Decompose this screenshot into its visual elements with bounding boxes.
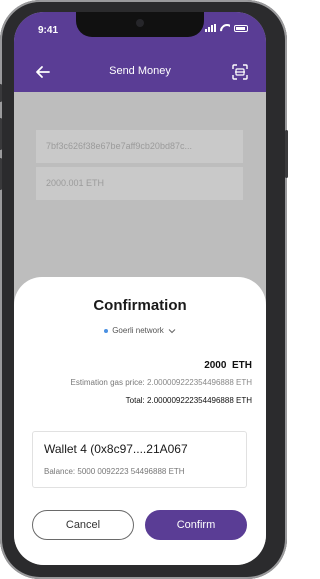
wallet-balance: Balance: 5000 0092223 54496888 ETH bbox=[44, 467, 185, 476]
app-bar: Send Money bbox=[14, 52, 266, 92]
wallet-balance-label: Balance: bbox=[44, 467, 76, 476]
power-button bbox=[285, 130, 288, 178]
cancel-button[interactable]: Cancel bbox=[32, 510, 134, 540]
amount-field[interactable]: 2000.001 ETH bbox=[36, 167, 243, 200]
status-bar: 9:41 bbox=[14, 12, 266, 52]
volume-up-button bbox=[0, 118, 2, 150]
volume-down-button bbox=[0, 158, 2, 190]
phone-frame: 9:41 Send Money 7bf3c626f38e67be7aff9cb2… bbox=[0, 0, 288, 579]
gas-price-label: Estimation gas price: bbox=[70, 378, 145, 387]
status-icons bbox=[205, 24, 248, 32]
status-time: 9:41 bbox=[38, 25, 59, 36]
silent-switch bbox=[0, 84, 2, 102]
gas-price-row: Estimation gas price: 2.0000092223544968… bbox=[71, 378, 252, 387]
confirm-button[interactable]: Confirm bbox=[145, 510, 247, 540]
wallet-card[interactable]: Wallet 4 (0x8c97....21A067 Balance: 5000… bbox=[32, 431, 247, 488]
battery-icon bbox=[234, 24, 248, 32]
send-amount: 2000 ETH bbox=[204, 360, 252, 371]
wallet-balance-value: 5000 0092223 54496888 ETH bbox=[77, 467, 185, 476]
confirmation-sheet: Confirmation Goerli network 2000 ETH Est… bbox=[14, 277, 266, 565]
screen: 9:41 Send Money 7bf3c626f38e67be7aff9cb2… bbox=[14, 12, 266, 565]
notch bbox=[76, 12, 204, 37]
signal-icon bbox=[205, 24, 216, 32]
sheet-title: Confirmation bbox=[93, 297, 187, 314]
network-label: Goerli network bbox=[112, 326, 164, 335]
scan-icon[interactable] bbox=[232, 64, 248, 80]
camera bbox=[136, 19, 144, 27]
page-title: Send Money bbox=[109, 65, 171, 77]
total-label: Total: bbox=[125, 396, 145, 405]
wifi-icon bbox=[220, 24, 230, 32]
total-value: 2.000009222354496888 ETH bbox=[147, 396, 252, 405]
network-selector[interactable]: Goerli network bbox=[14, 326, 266, 335]
chevron-down-icon bbox=[168, 328, 176, 333]
wallet-name: Wallet 4 (0x8c97....21A067 bbox=[44, 442, 188, 456]
gas-price-value: 2.000009222354496888 ETH bbox=[147, 378, 252, 387]
total-row: Total: 2.000009222354496888 ETH bbox=[126, 396, 252, 405]
recipient-address-field[interactable]: 7bf3c626f38e67be7aff9cb20bd87c... bbox=[36, 130, 243, 163]
network-status-dot-icon bbox=[104, 328, 109, 333]
